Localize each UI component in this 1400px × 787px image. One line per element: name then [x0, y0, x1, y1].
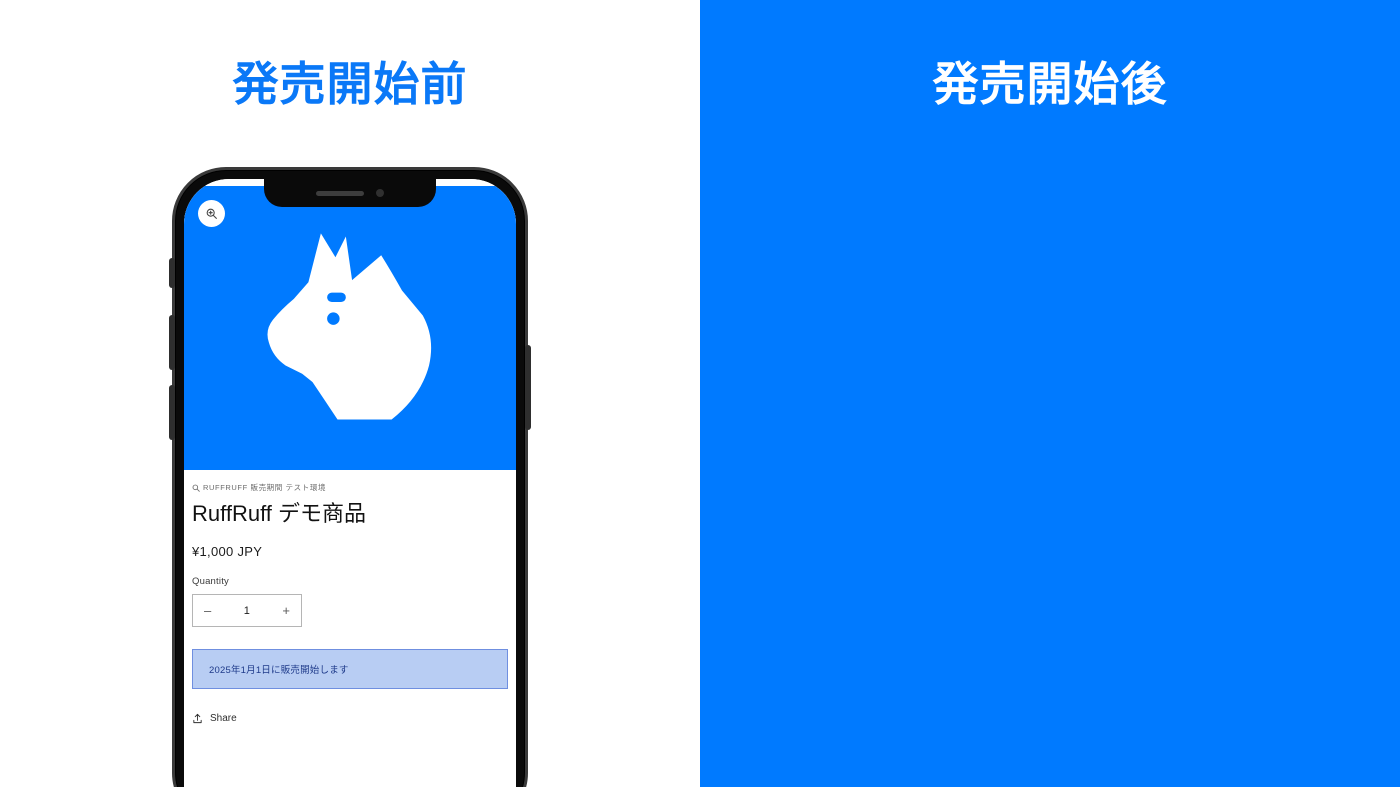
share-icon [193, 713, 202, 724]
quantity-increment-button[interactable]: + [282, 604, 290, 617]
phone-screen-before: RUFFRUFF 販売期間 テスト環境 RuffRuff デモ商品 ¥1,000… [184, 179, 516, 787]
search-icon [192, 484, 200, 492]
volume-down-button[interactable] [169, 385, 175, 440]
panel-before-release: 発売開始前 RUFFRUFF 販売期間 テスト環境 RuffRuff デモ商品 … [0, 0, 700, 787]
volume-up-button[interactable] [169, 315, 175, 370]
phone-mockup-before: RUFFRUFF 販売期間 テスト環境 RuffRuff デモ商品 ¥1,000… [169, 167, 531, 787]
vendor-text: RUFFRUFF 販売期間 テスト環境 [203, 483, 327, 492]
phone-notch [264, 179, 436, 207]
product-info-before: RUFFRUFF 販売期間 テスト環境 RuffRuff デモ商品 ¥1,000… [184, 470, 516, 724]
share-row-before[interactable]: Share [192, 713, 508, 724]
earpiece-speaker [316, 190, 364, 196]
quantity-stepper-before[interactable]: – 1 + [192, 594, 302, 627]
front-camera [376, 189, 384, 197]
silent-switch[interactable] [169, 258, 175, 288]
pre-release-notice: 2025年1月1日に販売開始します [192, 649, 508, 689]
quantity-decrement-button[interactable]: – [204, 604, 211, 617]
panel-after-release: 発売開始後 [700, 0, 1400, 787]
product-page-before: RUFFRUFF 販売期間 テスト環境 RuffRuff デモ商品 ¥1,000… [184, 179, 516, 787]
zoom-in-icon[interactable] [198, 200, 225, 227]
panel-title-after: 発売開始後 [932, 58, 1168, 110]
power-button[interactable] [525, 345, 531, 430]
product-image-before[interactable] [184, 186, 516, 470]
product-vendor-before: RUFFRUFF 販売期間 テスト環境 [192, 482, 508, 493]
quantity-value[interactable]: 1 [244, 605, 250, 617]
product-title-before: RuffRuff デモ商品 [192, 501, 367, 526]
share-label: Share [210, 713, 237, 724]
comparison-stage: 発売開始前 RUFFRUFF 販売期間 テスト環境 RuffRuff デモ商品 … [0, 0, 1400, 787]
quantity-label-before: Quantity [192, 576, 229, 587]
panel-title-before: 発売開始前 [232, 58, 468, 110]
product-price-before: ¥1,000 JPY [192, 544, 263, 559]
dog-head-logo [267, 233, 432, 420]
